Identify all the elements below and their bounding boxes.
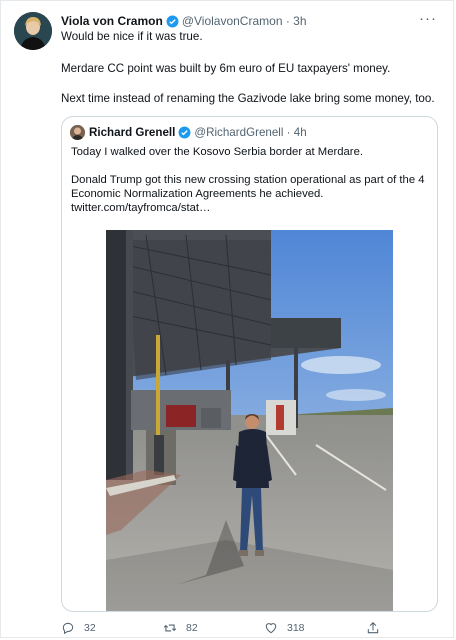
- action-bar: 32 82 318: [1, 621, 456, 639]
- quoted-photo[interactable]: [106, 230, 393, 611]
- reply-icon: [62, 622, 74, 635]
- retweet-button[interactable]: 82: [163, 621, 198, 635]
- more-icon[interactable]: ···: [419, 10, 437, 27]
- verified-icon: [166, 15, 179, 27]
- tweet-header: Viola von Cramon @ViolavonCramon · 3h: [61, 14, 307, 28]
- like-button[interactable]: 318: [264, 621, 305, 635]
- separator-dot: ·: [283, 126, 294, 139]
- quoted-author-name: Richard Grenell: [89, 126, 176, 139]
- retweet-count: 82: [186, 622, 198, 634]
- like-icon: [265, 623, 277, 634]
- quoted-tweet[interactable]: Richard Grenell @RichardGrenell · 4h Tod…: [61, 116, 438, 612]
- tweet-text-line: Merdare CC point was built by 6m euro of…: [61, 62, 391, 75]
- tweet-text-line: Would be nice if it was true.: [61, 30, 203, 43]
- quoted-text-line: Donald Trump got this new crossing stati…: [71, 174, 425, 186]
- separator-dot: ·: [282, 14, 294, 28]
- quoted-author-avatar: [70, 125, 85, 140]
- quoted-time: 4h: [293, 126, 307, 139]
- author-name[interactable]: Viola von Cramon: [61, 14, 163, 28]
- quoted-text-line: Today I walked over the Kosovo Serbia bo…: [71, 146, 363, 158]
- quoted-author-handle: @RichardGrenell: [194, 126, 284, 139]
- share-icon: [367, 622, 379, 634]
- quoted-text-line: Economic Normalization Agreements he ach…: [71, 188, 324, 200]
- like-count: 318: [287, 622, 305, 634]
- share-button[interactable]: [366, 621, 380, 635]
- reply-button[interactable]: 32: [61, 621, 96, 635]
- tweet-time[interactable]: 3h: [293, 14, 306, 28]
- tweet-text-line: Next time instead of renaming the Gazivo…: [61, 92, 435, 105]
- tweet-card[interactable]: Viola von Cramon @ViolavonCramon · 3h ··…: [0, 0, 454, 638]
- author-handle[interactable]: @ViolavonCramon: [182, 14, 283, 28]
- verified-icon: [178, 126, 191, 139]
- quoted-header: Richard Grenell @RichardGrenell · 4h: [89, 126, 307, 139]
- reply-count: 32: [84, 622, 96, 634]
- retweet-icon: [163, 624, 177, 632]
- quoted-link[interactable]: twitter.com/tayfromca/stat…: [71, 201, 210, 215]
- author-avatar[interactable]: [14, 12, 52, 50]
